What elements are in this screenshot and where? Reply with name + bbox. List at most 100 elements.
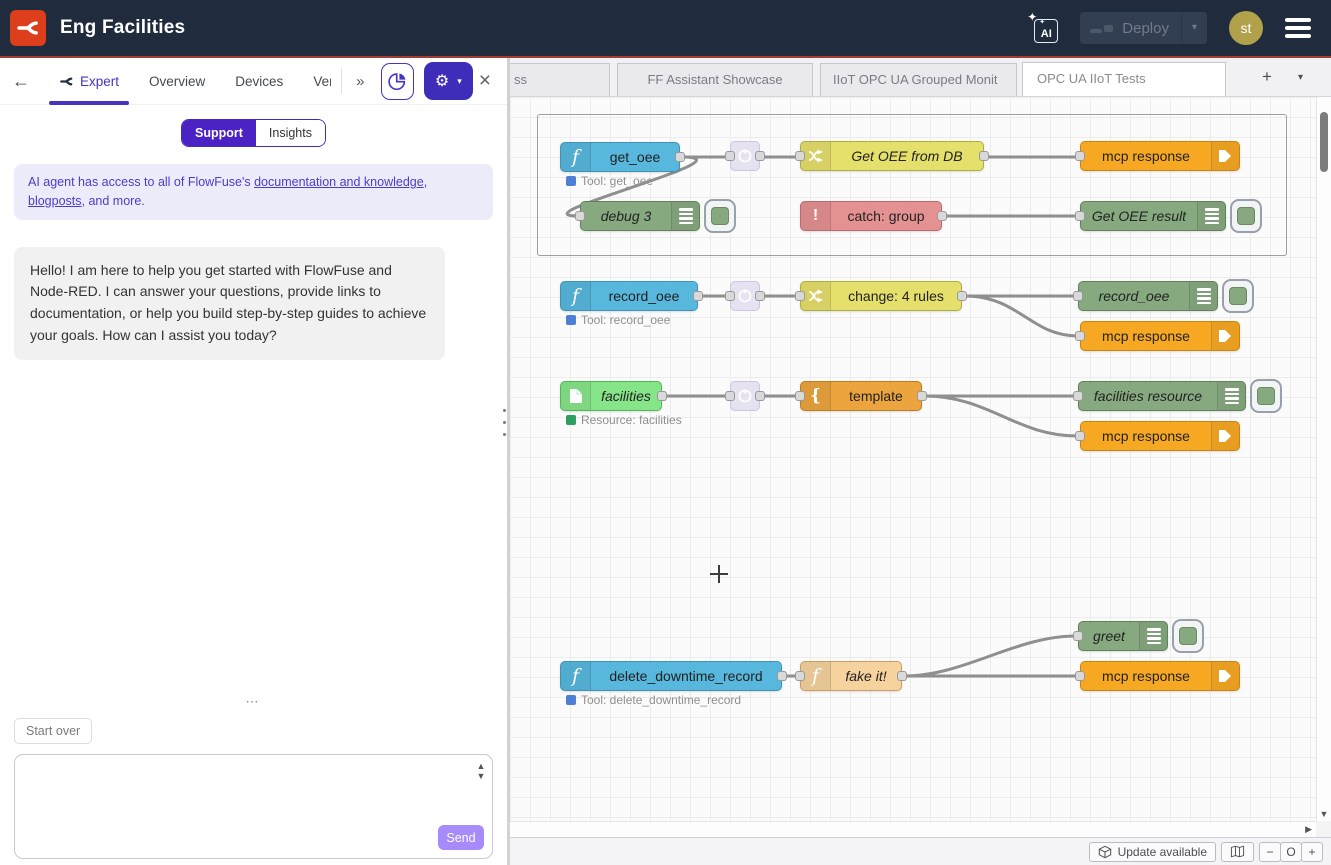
node-link-call[interactable] <box>730 141 760 171</box>
debug-toggle-button[interactable] <box>1222 279 1254 313</box>
tab-version-truncated[interactable]: Ver <box>309 58 331 105</box>
node-facilities-resource[interactable]: facilities resource <box>1078 381 1246 411</box>
scroll-right-icon[interactable]: ▶ <box>1305 824 1312 835</box>
node-template[interactable]: { template <box>800 381 922 411</box>
tab-expert[interactable]: Expert <box>55 58 123 105</box>
debug-toggle-button[interactable] <box>1230 199 1262 233</box>
mode-insights[interactable]: Insights <box>256 120 325 146</box>
input-port[interactable] <box>795 151 805 161</box>
node-change-4-rules[interactable]: change: 4 rules <box>800 281 962 311</box>
close-panel-icon[interactable]: × <box>473 69 497 93</box>
node-mcp-response-4[interactable]: mcp response <box>1080 661 1240 691</box>
start-over-button[interactable]: Start over <box>14 718 92 744</box>
mode-support[interactable]: Support <box>182 120 256 146</box>
expand-tabs-icon[interactable]: » <box>356 73 364 90</box>
ai-assistant-icon[interactable]: ✦ ✦ AI <box>1028 13 1058 43</box>
node-mcp-response-1[interactable]: mcp response <box>1080 141 1240 171</box>
scroll-down-icon[interactable]: ▼ <box>474 771 488 781</box>
tab-overview[interactable]: Overview <box>145 58 209 105</box>
node-mcp-response-2[interactable]: mcp response <box>1080 321 1240 351</box>
node-get-oee-from-db[interactable]: Get OEE from DB <box>800 141 984 171</box>
deploy-options-chevron-icon[interactable]: ▾ <box>1181 12 1207 44</box>
zoom-in-button[interactable]: + <box>1301 842 1323 862</box>
insights-pie-button[interactable] <box>381 63 414 100</box>
update-available-button[interactable]: Update available <box>1089 842 1216 862</box>
node-get-oee[interactable]: f get_oee <box>560 142 680 172</box>
canvas-horizontal-scrollbar[interactable]: ▶ <box>510 821 1316 837</box>
input-port[interactable] <box>1075 671 1085 681</box>
node-greet[interactable]: greet <box>1078 621 1168 651</box>
input-port[interactable] <box>1073 391 1083 401</box>
output-port[interactable] <box>957 291 967 301</box>
output-port[interactable] <box>755 291 765 301</box>
resize-handle-dots[interactable]: ⋯ <box>0 697 507 713</box>
node-record-oee-debug[interactable]: record_oee <box>1078 281 1218 311</box>
node-link-call[interactable] <box>730 381 760 411</box>
input-port[interactable] <box>1075 431 1085 441</box>
zoom-out-button[interactable]: − <box>1259 842 1281 862</box>
flow-tab-ff-assistant[interactable]: FF Assistant Showcase <box>617 63 813 96</box>
node-facilities[interactable]: facilities <box>560 381 662 411</box>
user-avatar[interactable]: st <box>1229 11 1263 45</box>
docs-link[interactable]: documentation and knowledge <box>254 175 424 189</box>
output-port[interactable] <box>675 152 685 162</box>
add-flow-icon[interactable]: + <box>1262 67 1272 87</box>
zoom-reset-button[interactable]: O <box>1280 842 1302 862</box>
input-port[interactable] <box>725 151 735 161</box>
file-icon <box>561 382 591 410</box>
node-fake-it[interactable]: f fake it! <box>800 661 902 691</box>
node-link-call[interactable] <box>730 281 760 311</box>
output-port[interactable] <box>755 151 765 161</box>
node-get-oee-result[interactable]: Get OEE result <box>1080 201 1226 231</box>
input-port[interactable] <box>1075 331 1085 341</box>
flow-canvas[interactable]: f get_oee Tool: get_oee <box>510 97 1331 837</box>
node-debug-3[interactable]: debug 3 <box>580 201 700 231</box>
debug-toggle-button[interactable] <box>704 199 736 233</box>
input-port[interactable] <box>1075 151 1085 161</box>
deploy-button[interactable]: Deploy ▾ <box>1080 12 1207 44</box>
canvas-vertical-scrollbar[interactable]: ▼ <box>1316 97 1331 821</box>
main-menu-icon[interactable] <box>1285 18 1311 38</box>
navigator-button[interactable] <box>1221 842 1254 862</box>
flowfuse-logo-icon[interactable] <box>10 10 46 46</box>
status-text: Tool: get_oee <box>581 174 653 188</box>
node-mcp-response-3[interactable]: mcp response <box>1080 421 1240 451</box>
input-port[interactable] <box>575 211 585 221</box>
input-port[interactable] <box>1073 631 1083 641</box>
debug-toggle-button[interactable] <box>1250 379 1282 413</box>
send-button[interactable]: Send <box>438 825 484 850</box>
blogposts-link[interactable]: blogposts <box>28 194 82 208</box>
input-port[interactable] <box>795 671 805 681</box>
flow-list-chevron-icon[interactable]: ▾ <box>1298 72 1303 83</box>
output-port[interactable] <box>937 211 947 221</box>
output-port[interactable] <box>897 671 907 681</box>
node-catch-group[interactable]: ! catch: group <box>800 201 942 231</box>
input-port[interactable] <box>1075 211 1085 221</box>
node-delete-downtime-record[interactable]: f delete_downtime_record <box>560 661 782 691</box>
scroll-up-icon[interactable]: ▲ <box>474 761 488 771</box>
input-port[interactable] <box>795 391 805 401</box>
output-port[interactable] <box>777 671 787 681</box>
input-port[interactable] <box>725 291 735 301</box>
input-port[interactable] <box>795 291 805 301</box>
debug-toggle-button[interactable] <box>1172 619 1204 653</box>
status-dot-icon <box>566 315 576 325</box>
scroll-thumb[interactable] <box>1320 112 1328 172</box>
back-arrow-icon[interactable]: ← <box>12 71 30 92</box>
tab-devices[interactable]: Devices <box>231 58 287 105</box>
flow-tab-clipped[interactable]: ss <box>510 63 610 96</box>
input-port[interactable] <box>1073 291 1083 301</box>
flow-tab-opcua-tests[interactable]: OPC UA IIoT Tests <box>1022 62 1226 96</box>
output-port[interactable] <box>979 151 989 161</box>
chat-textarea[interactable] <box>21 759 470 854</box>
output-port[interactable] <box>755 391 765 401</box>
input-port[interactable] <box>725 391 735 401</box>
divider-dot <box>503 409 506 412</box>
output-port[interactable] <box>657 391 667 401</box>
settings-dropdown-button[interactable]: ⚙ ▾ <box>424 62 473 100</box>
output-port[interactable] <box>693 291 703 301</box>
scroll-down-icon[interactable]: ▼ <box>1317 809 1331 819</box>
node-record-oee[interactable]: f record_oee <box>560 281 698 311</box>
flow-tab-iiot-grouped[interactable]: IIoT OPC UA Grouped Monit <box>820 63 1017 96</box>
output-port[interactable] <box>917 391 927 401</box>
